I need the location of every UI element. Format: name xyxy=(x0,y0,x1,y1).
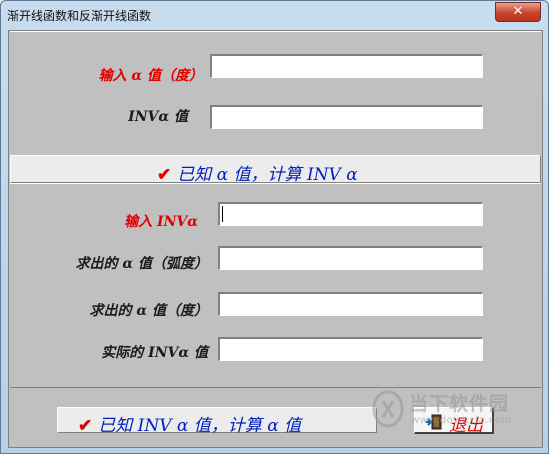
watermark-text: 当下软件园 xyxy=(409,393,510,415)
app-window: 渐开线函数和反渐开线函数 ✕ 输入 α 值（度） INVα 值 ✔ 已知 α 值，… xyxy=(0,0,549,454)
alpha-deg-input[interactable] xyxy=(210,54,483,78)
compute-inv-label: 已知 α 值，计算 INV α xyxy=(177,165,358,185)
check-icon: ✔ xyxy=(78,416,93,436)
actual-inv-output[interactable] xyxy=(218,337,483,361)
watermark-url: www.downxia.com xyxy=(411,415,512,426)
compute-alpha-button[interactable]: ✔ 已知 INV α 值，计算 α 值 xyxy=(57,407,377,436)
inv-output[interactable] xyxy=(210,105,483,129)
inv-input[interactable] xyxy=(218,202,483,226)
alpha-deg-label: 输入 α 值（度） xyxy=(98,68,203,84)
alpha-rad-label: 求出的 α 值（弧度） xyxy=(75,256,208,272)
client-area: 输入 α 值（度） INVα 值 ✔ 已知 α 值，计算 INV α 输入 INV… xyxy=(8,30,543,448)
title-bar: 渐开线函数和反渐开线函数 ✕ xyxy=(1,1,548,29)
compute-inv-button[interactable]: ✔ 已知 α 值，计算 INV α xyxy=(10,155,541,185)
close-button[interactable]: ✕ xyxy=(495,2,541,22)
forward-panel: 输入 α 值（度） INVα 值 xyxy=(10,31,541,157)
alpha-rad-output[interactable] xyxy=(218,246,483,270)
inv-input-label: 输入 INVα xyxy=(124,214,198,230)
watermark-logo-icon xyxy=(372,390,404,428)
actual-inv-label: 实际的 INVα 值 xyxy=(101,345,208,361)
watermark: 当下软件园 www.downxia.com xyxy=(371,389,531,429)
inverse-panel: 输入 INVα 求出的 α 值（弧度） 求出的 α 值（度） 实际的 INVα … xyxy=(10,183,541,388)
close-icon: ✕ xyxy=(512,4,524,19)
window-title: 渐开线函数和反渐开线函数 xyxy=(7,9,152,23)
compute-alpha-label: 已知 INV α 值，计算 α 值 xyxy=(98,416,302,436)
alpha-deg-output[interactable] xyxy=(218,292,483,316)
text-cursor xyxy=(222,206,223,222)
inv-label: INVα 值 xyxy=(128,109,188,125)
check-icon: ✔ xyxy=(157,165,172,185)
alpha-deg-result-label: 求出的 α 值（度） xyxy=(89,303,208,319)
